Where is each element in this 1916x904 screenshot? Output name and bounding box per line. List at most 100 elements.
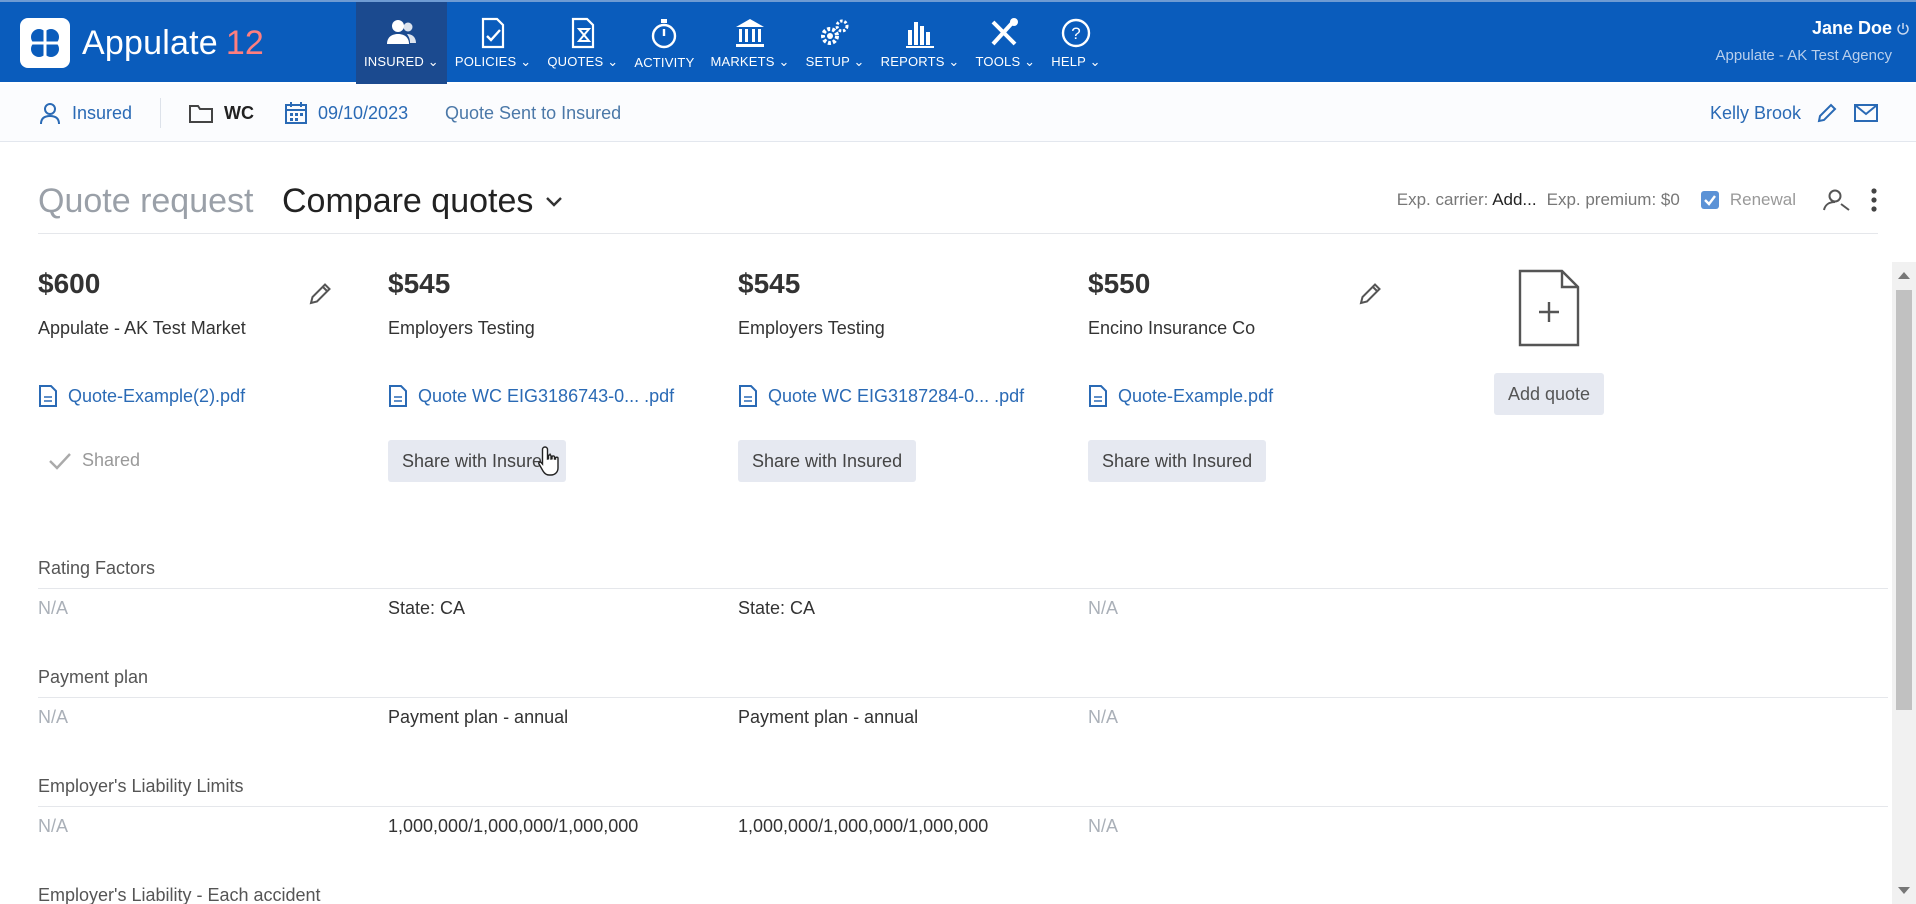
quote-price: $550 bbox=[1088, 268, 1151, 299]
edit-quote-icon[interactable] bbox=[1358, 280, 1384, 306]
user-search-icon[interactable] bbox=[1822, 188, 1852, 212]
calendar-icon bbox=[285, 102, 307, 124]
share-with-insured-button[interactable]: Share with Insured bbox=[1088, 440, 1267, 482]
vertical-scrollbar[interactable] bbox=[1892, 262, 1916, 904]
section-value: State: CA bbox=[388, 598, 466, 618]
divider bbox=[160, 98, 161, 128]
compare-quotes-dropdown[interactable]: Compare quotes bbox=[282, 182, 563, 221]
nav-quotes[interactable]: QUOTES ⌄ bbox=[539, 2, 626, 84]
section-value: Payment plan - annual bbox=[738, 707, 919, 727]
mail-icon[interactable] bbox=[1853, 103, 1879, 123]
nav-policies[interactable]: POLICIES ⌄ bbox=[447, 2, 539, 84]
section-value: N/A bbox=[38, 707, 69, 727]
check-icon bbox=[49, 452, 71, 470]
nav-setup[interactable]: SETUP ⌄ bbox=[798, 2, 873, 84]
add-quote-area: Add quote bbox=[1490, 268, 1608, 415]
exp-carrier-label: Exp. carrier: bbox=[1396, 190, 1489, 209]
more-vertical-icon[interactable] bbox=[1870, 188, 1878, 212]
section-value: 1,000,000/1,000,000/1,000,000 bbox=[738, 816, 989, 836]
exp-carrier[interactable]: Exp. carrier: Add... bbox=[1397, 190, 1537, 210]
exp-carrier-value: Add... bbox=[1492, 190, 1537, 209]
shared-label: Shared bbox=[82, 450, 141, 470]
pencil-icon[interactable] bbox=[1815, 101, 1839, 125]
tools-icon bbox=[991, 18, 1019, 46]
nav-label: ACTIVITY bbox=[634, 55, 695, 70]
quote-price: $545 bbox=[738, 268, 801, 299]
quote-carrier: Employers Testing bbox=[738, 318, 885, 338]
quote-carrier: Appulate - AK Test Market bbox=[38, 318, 246, 338]
nav-tools[interactable]: TOOLS ⌄ bbox=[968, 2, 1044, 84]
status-text: Quote Sent to Insured bbox=[445, 102, 622, 123]
chevron-down-icon bbox=[546, 196, 563, 207]
edit-quote-icon[interactable] bbox=[308, 280, 334, 306]
nav-label: HELP bbox=[1051, 54, 1086, 69]
effective-date[interactable]: 09/10/2023 bbox=[284, 84, 408, 142]
power-icon[interactable] bbox=[1896, 22, 1910, 36]
section-value: N/A bbox=[1088, 816, 1119, 836]
quote-carrier: Employers Testing bbox=[388, 318, 535, 338]
file-name: Quote WC EIG3186743-0... .pdf bbox=[418, 385, 675, 406]
policy-check-icon bbox=[481, 17, 505, 49]
nav-activity[interactable]: ACTIVITY bbox=[626, 2, 702, 84]
line-label: WC bbox=[224, 102, 254, 123]
user-menu[interactable]: Jane Doe Appulate - AK Test Agency bbox=[1715, 18, 1909, 64]
app-name: Appulate bbox=[82, 23, 218, 62]
user-name: Jane Doe bbox=[1811, 18, 1892, 38]
section-label: Rating Factors bbox=[38, 558, 156, 578]
bar-chart-icon bbox=[906, 22, 935, 48]
quote-carrier: Encino Insurance Co bbox=[1088, 318, 1256, 338]
main-nav: INSURED ⌄ POLICIES ⌄ QUOTES ⌄ ACTIVITY M… bbox=[356, 2, 1109, 84]
section-value: N/A bbox=[1088, 707, 1119, 727]
nav-label: MARKETS bbox=[710, 54, 775, 69]
agent[interactable]: Kelly Brook bbox=[1710, 84, 1879, 142]
scroll-up-arrow[interactable] bbox=[1898, 272, 1910, 279]
line-of-business[interactable]: WC bbox=[188, 84, 254, 142]
insured-link[interactable]: Insured bbox=[38, 84, 132, 142]
app-version: 12 bbox=[225, 23, 265, 62]
quote-hourglass-icon bbox=[571, 17, 594, 49]
quote-card: $545 Employers Testing Quote WC EIG31872… bbox=[738, 268, 1038, 482]
nav-help[interactable]: ? HELP ⌄ bbox=[1043, 2, 1108, 84]
insured-label: Insured bbox=[72, 102, 133, 123]
exp-premium[interactable]: Exp. premium: $0 bbox=[1547, 190, 1680, 210]
app-logo[interactable]: Appulate 12 bbox=[20, 18, 264, 68]
bank-icon bbox=[736, 19, 765, 47]
nav-insured[interactable]: INSURED ⌄ bbox=[356, 2, 447, 84]
scroll-down-arrow[interactable] bbox=[1898, 887, 1910, 894]
page-header: Quote request Compare quotes Exp. carrie… bbox=[38, 174, 1878, 234]
renewal-checkbox[interactable]: Renewal bbox=[1700, 190, 1796, 210]
tab-quote-request[interactable]: Quote request bbox=[38, 182, 253, 221]
nav-markets[interactable]: MARKETS ⌄ bbox=[702, 2, 797, 84]
section-divider bbox=[38, 697, 1888, 698]
quote-file-link[interactable]: Quote WC EIG3187284-0... .pdf bbox=[738, 384, 1024, 408]
nav-label: TOOLS bbox=[975, 54, 1021, 69]
quote-card: $600 Appulate - AK Test Market Quote-Exa… bbox=[38, 268, 338, 470]
top-navigation-bar: Appulate 12 INSURED ⌄ POLICIES ⌄ QUOTES ⌄… bbox=[0, 0, 1916, 84]
user-agency: Appulate - AK Test Agency bbox=[1715, 47, 1892, 64]
document-icon bbox=[739, 385, 757, 407]
user-icon bbox=[40, 103, 60, 125]
shared-status: Shared bbox=[48, 450, 140, 471]
add-quote-button[interactable]: Add quote bbox=[1493, 373, 1605, 415]
svg-text:?: ? bbox=[1071, 24, 1080, 43]
file-name: Quote-Example.pdf bbox=[1118, 385, 1274, 406]
section-value: 1,000,000/1,000,000/1,000,000 bbox=[388, 816, 639, 836]
nav-label: REPORTS bbox=[880, 54, 945, 69]
section-value: State: CA bbox=[738, 598, 816, 618]
help-icon: ? bbox=[1061, 18, 1091, 48]
quote-file-link[interactable]: Quote-Example.pdf bbox=[1088, 384, 1273, 408]
nav-reports[interactable]: REPORTS ⌄ bbox=[873, 2, 968, 84]
add-document-icon[interactable] bbox=[1517, 268, 1581, 348]
quote-price: $600 bbox=[38, 268, 101, 299]
date-label: 09/10/2023 bbox=[318, 102, 409, 123]
section-value: N/A bbox=[38, 598, 69, 618]
quote-card: $550 Encino Insurance Co Quote-Example.p… bbox=[1088, 268, 1388, 482]
quote-file-link[interactable]: Quote WC EIG3186743-0... .pdf bbox=[388, 384, 674, 408]
file-name: Quote WC EIG3187284-0... .pdf bbox=[768, 385, 1025, 406]
scroll-thumb[interactable] bbox=[1896, 290, 1912, 710]
quote-file-link[interactable]: Quote-Example(2).pdf bbox=[38, 384, 245, 408]
share-with-insured-button[interactable]: Share with Insured bbox=[738, 440, 917, 482]
quote-card: $545 Employers Testing Quote WC EIG31867… bbox=[388, 268, 688, 482]
document-icon bbox=[1089, 385, 1107, 407]
quote-price: $545 bbox=[388, 268, 451, 299]
